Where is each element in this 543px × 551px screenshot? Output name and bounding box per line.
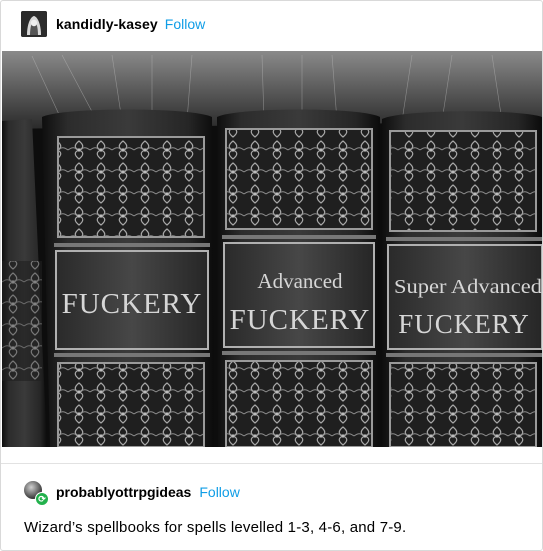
post-header: kandidly-kasey Follow (21, 11, 205, 37)
book-3-title-line2: FUCKERY (398, 309, 530, 339)
post-author-name[interactable]: kandidly-kasey (56, 16, 158, 32)
post-photo: FUCKERY Advanced FUCKERY Super Advanced … (2, 51, 542, 447)
book-1-title: FUCKERY (62, 288, 203, 320)
book-2-title-line2: FUCKERY (230, 304, 371, 336)
reblog-header: ⟳ probablyottrpgideas Follow (24, 480, 240, 506)
book-1 (42, 109, 214, 447)
avatar-image (21, 11, 47, 37)
post-body-text: Wizard’s spellbooks for spells levelled … (24, 519, 407, 536)
spellbooks-photo: FUCKERY Advanced FUCKERY Super Advanced … (2, 51, 542, 447)
avatar[interactable] (21, 11, 47, 37)
book-3-title-line1: Super Advanced (394, 276, 542, 298)
post-card: kandidly-kasey Follow FUCKERY Advanced F… (0, 0, 543, 551)
reblog-follow-button[interactable]: Follow (199, 484, 239, 500)
divider (1, 463, 542, 464)
follow-button[interactable]: Follow (165, 16, 205, 32)
reblog-avatar[interactable]: ⟳ (24, 481, 49, 506)
book-2-title-line1: Advanced (257, 269, 343, 293)
reblog-author-name[interactable]: probablyottrpgideas (56, 484, 191, 500)
reblog-icon: ⟳ (35, 492, 49, 506)
